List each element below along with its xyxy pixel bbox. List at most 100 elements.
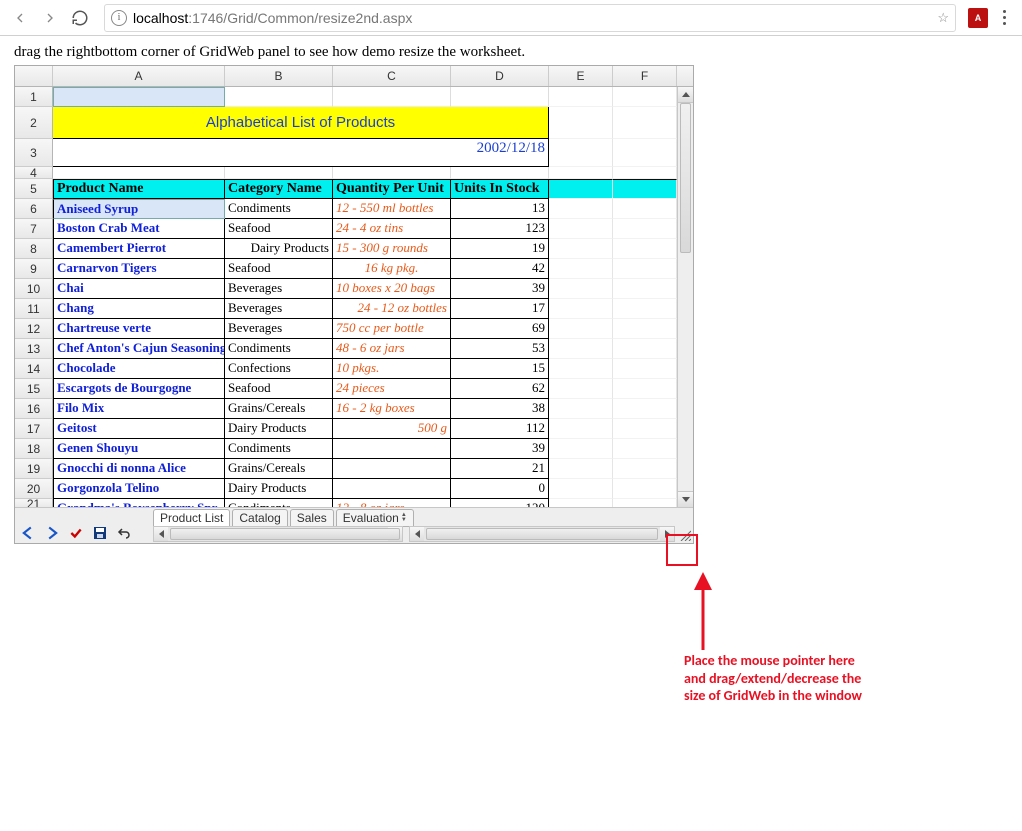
horizontal-scrollbar[interactable] bbox=[409, 526, 675, 542]
cell-qpu[interactable] bbox=[333, 479, 451, 499]
reload-button[interactable] bbox=[68, 6, 92, 30]
cell-product[interactable]: Chocolade bbox=[53, 359, 225, 379]
cell-qpu[interactable]: 16 kg pkg. bbox=[333, 259, 451, 279]
row-header[interactable]: 4 bbox=[15, 167, 53, 179]
cell-category[interactable]: Beverages bbox=[225, 279, 333, 299]
cell-qpu[interactable]: 500 g bbox=[333, 419, 451, 439]
cell-product[interactable]: Genen Shouyu bbox=[53, 439, 225, 459]
back-button[interactable] bbox=[8, 6, 32, 30]
tabscroll-left[interactable] bbox=[154, 527, 168, 541]
tab-product-list[interactable]: Product List bbox=[153, 509, 230, 527]
row-header[interactable]: 5 bbox=[15, 179, 53, 199]
hdr-qpu[interactable]: Quantity Per Unit bbox=[333, 179, 451, 199]
cell-product[interactable]: Carnarvon Tigers bbox=[53, 259, 225, 279]
cell-qpu[interactable]: 24 - 12 oz bottles bbox=[333, 299, 451, 319]
row-header[interactable]: 7 bbox=[15, 219, 53, 239]
cell-product[interactable]: Chai bbox=[53, 279, 225, 299]
cell-qpu[interactable]: 48 - 6 oz jars bbox=[333, 339, 451, 359]
scroll-up-button[interactable] bbox=[678, 87, 693, 103]
cell-product[interactable]: Grandma's Boysenberry Spr bbox=[53, 499, 225, 507]
save-button[interactable] bbox=[91, 524, 109, 542]
tab-sales[interactable]: Sales bbox=[290, 509, 334, 527]
cell-A1[interactable] bbox=[53, 87, 225, 107]
row-header[interactable]: 20 bbox=[15, 479, 53, 499]
cell-units[interactable]: 19 bbox=[451, 239, 549, 259]
cell-units[interactable]: 69 bbox=[451, 319, 549, 339]
row-header[interactable]: 6 bbox=[15, 199, 53, 219]
cell-category[interactable]: Dairy Products bbox=[225, 419, 333, 439]
row-header[interactable]: 13 bbox=[15, 339, 53, 359]
row-header[interactable]: 16 bbox=[15, 399, 53, 419]
cell-product[interactable]: Gnocchi di nonna Alice bbox=[53, 459, 225, 479]
hdr-product[interactable]: Product Name bbox=[53, 179, 225, 199]
select-all-corner[interactable] bbox=[15, 66, 53, 86]
row-header[interactable]: 14 bbox=[15, 359, 53, 379]
pdf-extension-icon[interactable]: A bbox=[968, 8, 988, 28]
cell-category[interactable]: Dairy Products bbox=[225, 239, 333, 259]
commit-button[interactable] bbox=[67, 524, 85, 542]
row-header[interactable]: 1 bbox=[15, 87, 53, 107]
cell-product[interactable]: Chef Anton's Cajun Seasoning bbox=[53, 339, 225, 359]
row-header[interactable]: 11 bbox=[15, 299, 53, 319]
hscroll-right[interactable] bbox=[660, 527, 674, 541]
site-info-icon[interactable]: i bbox=[111, 10, 127, 26]
hdr-uis[interactable]: Units In Stock bbox=[451, 179, 549, 199]
bookmark-star-icon[interactable]: ☆ bbox=[937, 10, 949, 26]
cell-category[interactable]: Confections bbox=[225, 359, 333, 379]
cell-category[interactable]: Condiments bbox=[225, 339, 333, 359]
cell-qpu[interactable]: 12 - 8 oz jars bbox=[333, 499, 451, 507]
cell-product[interactable]: Boston Crab Meat bbox=[53, 219, 225, 239]
cell-units[interactable]: 39 bbox=[451, 279, 549, 299]
cell-qpu[interactable]: 15 - 300 g rounds bbox=[333, 239, 451, 259]
cell-product[interactable]: Geitost bbox=[53, 419, 225, 439]
hscroll-left[interactable] bbox=[410, 527, 424, 541]
cell-qpu[interactable]: 24 - 4 oz tins bbox=[333, 219, 451, 239]
col-header-A[interactable]: A bbox=[53, 66, 225, 86]
row-header[interactable]: 21 bbox=[15, 499, 53, 507]
cell-units[interactable]: 62 bbox=[451, 379, 549, 399]
cell-units[interactable]: 21 bbox=[451, 459, 549, 479]
tab-scrollbar[interactable] bbox=[153, 526, 403, 542]
cell-qpu[interactable]: 10 pkgs. bbox=[333, 359, 451, 379]
nav-prev-button[interactable] bbox=[19, 524, 37, 542]
row-header[interactable]: 12 bbox=[15, 319, 53, 339]
cell-category[interactable]: Seafood bbox=[225, 379, 333, 399]
forward-button[interactable] bbox=[38, 6, 62, 30]
nav-next-button[interactable] bbox=[43, 524, 61, 542]
browser-menu-button[interactable] bbox=[994, 10, 1014, 25]
tab-stepper-icon[interactable]: ▲▼ bbox=[401, 513, 407, 523]
cell-category[interactable]: Beverages bbox=[225, 319, 333, 339]
cell-product[interactable]: Camembert Pierrot bbox=[53, 239, 225, 259]
cell-units[interactable]: 53 bbox=[451, 339, 549, 359]
address-bar[interactable]: i localhost:1746/Grid/Common/resize2nd.a… bbox=[104, 4, 956, 32]
cell-units[interactable]: 123 bbox=[451, 219, 549, 239]
undo-button[interactable] bbox=[115, 524, 133, 542]
cell-category[interactable]: Condiments bbox=[225, 499, 333, 507]
cell-category[interactable]: Dairy Products bbox=[225, 479, 333, 499]
cell-product[interactable]: Chartreuse verte bbox=[53, 319, 225, 339]
cell-units[interactable]: 112 bbox=[451, 419, 549, 439]
cell-category[interactable]: Grains/Cereals bbox=[225, 459, 333, 479]
col-header-D[interactable]: D bbox=[451, 66, 549, 86]
cell-product[interactable]: Gorgonzola Telino bbox=[53, 479, 225, 499]
cell-qpu[interactable]: 24 pieces bbox=[333, 379, 451, 399]
col-header-C[interactable]: C bbox=[333, 66, 451, 86]
col-header-B[interactable]: B bbox=[225, 66, 333, 86]
cell-category[interactable]: Condiments bbox=[225, 439, 333, 459]
row-header[interactable]: 19 bbox=[15, 459, 53, 479]
date-cell[interactable]: 2002/12/18 bbox=[451, 139, 549, 167]
tab-evaluation[interactable]: Evaluation▲▼ bbox=[336, 509, 414, 527]
sheet-title[interactable]: Alphabetical List of Products bbox=[53, 107, 549, 139]
row-header[interactable]: 8 bbox=[15, 239, 53, 259]
row-header[interactable]: 18 bbox=[15, 439, 53, 459]
cell-category[interactable]: Condiments bbox=[225, 199, 333, 219]
cell-units[interactable]: 120 bbox=[451, 499, 549, 507]
cell-units[interactable]: 17 bbox=[451, 299, 549, 319]
scroll-thumb[interactable] bbox=[680, 103, 691, 253]
cell-units[interactable]: 15 bbox=[451, 359, 549, 379]
cell-product[interactable]: Escargots de Bourgogne bbox=[53, 379, 225, 399]
cell-qpu[interactable]: 10 boxes x 20 bags bbox=[333, 279, 451, 299]
cell-category[interactable]: Beverages bbox=[225, 299, 333, 319]
cell-product[interactable]: Aniseed Syrup bbox=[53, 199, 225, 219]
cell-qpu[interactable]: 750 cc per bottle bbox=[333, 319, 451, 339]
